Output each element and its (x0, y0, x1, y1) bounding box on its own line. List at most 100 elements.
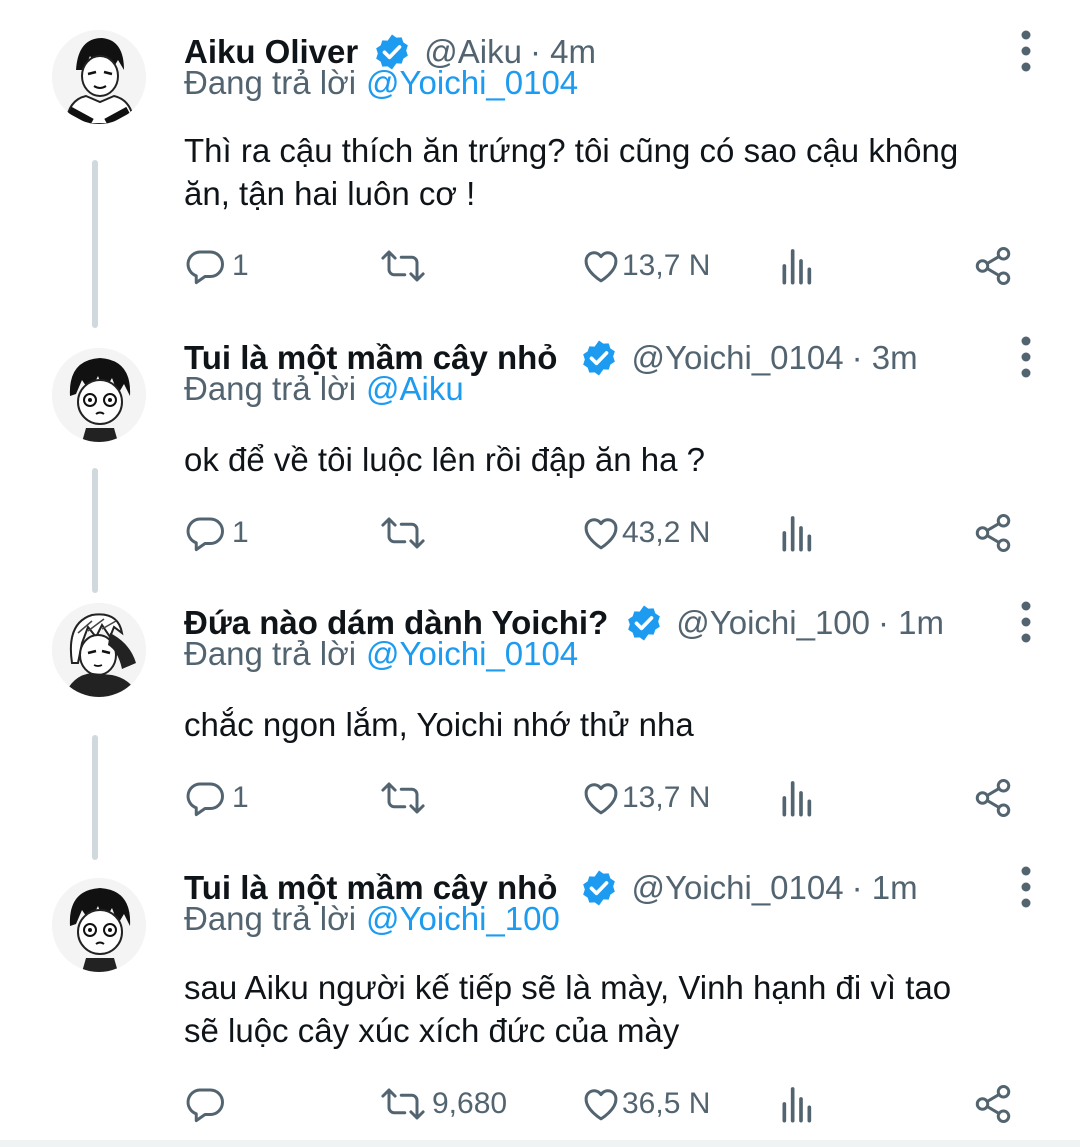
timestamp[interactable]: · 1m (878, 604, 944, 642)
views-icon (782, 516, 812, 552)
like-count: 36,5 N (622, 1087, 711, 1120)
views-icon (782, 249, 812, 285)
replying-to: Đang trả lời @Yoichi_100 (184, 900, 560, 938)
reply-mention-link[interactable]: @Yoichi_0104 (366, 64, 578, 101)
retweet-button[interactable] (380, 508, 432, 558)
user-handle[interactable]: @Yoichi_0104 (631, 869, 843, 907)
timestamp[interactable]: · 3m (852, 339, 918, 377)
tweet-text-line: ok để về tôi luộc lên rồi đập ăn ha ? (184, 441, 706, 478)
more-icon[interactable] (1020, 866, 1032, 908)
retweet-icon (381, 1088, 425, 1120)
replying-to: Đang trả lời @Aiku (184, 370, 464, 408)
bottom-divider (0, 1140, 1080, 1147)
reply-count: 1 (232, 781, 249, 814)
replying-prefix: Đang trả lời (184, 900, 357, 937)
avatar-image (52, 878, 146, 972)
tweet-text: ok để về tôi luộc lên rồi đập ăn ha ? (184, 438, 705, 481)
replying-prefix: Đang trả lời (184, 370, 357, 407)
like-icon (584, 518, 618, 550)
reply-icon (186, 250, 224, 285)
reply-mention-link[interactable]: @Yoichi_0104 (366, 635, 578, 672)
like-icon (584, 1089, 618, 1121)
user-handle[interactable]: @Yoichi_0104 (631, 339, 843, 377)
like-icon (584, 251, 618, 283)
reply-icon (186, 517, 224, 552)
views-icon (782, 781, 812, 817)
like-icon (584, 783, 618, 815)
tweet-text-line: sau Aiku người kế tiếp sẽ là mày, Vinh h… (184, 969, 952, 1006)
share-button[interactable] (972, 241, 1014, 291)
replying-to: Đang trả lời @Yoichi_0104 (184, 635, 578, 673)
reply-count: 1 (232, 516, 249, 549)
action-bar: 1 13,7 N (184, 241, 1024, 291)
avatar[interactable] (52, 603, 146, 697)
reply-button[interactable] (184, 1079, 232, 1129)
replying-to: Đang trả lời @Yoichi_0104 (184, 64, 578, 102)
like-button[interactable]: 43,2 N (580, 508, 710, 558)
reply-button[interactable]: 1 (184, 241, 249, 291)
reply-button[interactable]: 1 (184, 773, 249, 823)
verified-badge-icon (583, 340, 616, 376)
action-bar: 1 43,2 N (184, 508, 1024, 558)
like-count: 13,7 N (622, 781, 711, 814)
verified-badge-icon (628, 605, 661, 641)
action-bar: 1 13,7 N (184, 773, 1024, 823)
share-icon (975, 779, 1011, 817)
replying-prefix: Đang trả lời (184, 635, 357, 672)
verified-badge-icon (583, 870, 616, 906)
tweet[interactable]: Tui là một mầm cây nhỏ @Yoichi_0104 · 3m… (0, 330, 1080, 580)
tweet[interactable]: Aiku Oliver @Aiku · 4m Đang trả lời @Yoic… (0, 24, 1080, 314)
views-button[interactable] (778, 773, 814, 823)
reply-icon (186, 1088, 224, 1123)
retweet-icon (381, 250, 425, 282)
views-button[interactable] (778, 1079, 814, 1129)
tweet-text-line: chắc ngon lắm, Yoichi nhớ thử nha (184, 706, 694, 743)
tweet-text-line: Thì ra cậu thích ăn trứng? tôi cũng có s… (184, 132, 959, 169)
views-icon (782, 1087, 812, 1123)
avatar-image (52, 30, 146, 124)
tweet-text: Thì ra cậu thích ăn trứng? tôi cũng có s… (184, 129, 958, 215)
views-button[interactable] (778, 241, 814, 291)
views-button[interactable] (778, 508, 814, 558)
more-icon[interactable] (1020, 336, 1032, 378)
more-icon[interactable] (1020, 601, 1032, 643)
tweet-text: chắc ngon lắm, Yoichi nhớ thử nha (184, 703, 694, 746)
replying-prefix: Đang trả lời (184, 64, 357, 101)
like-count: 43,2 N (622, 516, 711, 549)
reply-button[interactable]: 1 (184, 508, 249, 558)
tweet-text-line: sẽ luộc cây xúc xích đức của mày (184, 1012, 680, 1049)
share-icon (975, 514, 1011, 552)
reply-mention-link[interactable]: @Aiku (366, 370, 464, 407)
avatar[interactable] (52, 30, 146, 124)
tweet[interactable]: Tui là một mầm cây nhỏ @Yoichi_0104 · 1m… (0, 860, 1080, 1140)
share-button[interactable] (972, 1079, 1014, 1129)
tweet-text-line: ăn, tận hai luôn cơ ! (184, 175, 476, 212)
share-button[interactable] (972, 508, 1014, 558)
reply-icon (186, 782, 224, 817)
retweet-button[interactable]: 9,680 (380, 1079, 507, 1129)
avatar[interactable] (52, 878, 146, 972)
timestamp[interactable]: · 1m (852, 869, 918, 907)
retweet-button[interactable] (380, 773, 432, 823)
retweet-count: 9,680 (432, 1087, 508, 1120)
retweet-icon (381, 517, 425, 549)
avatar-image (52, 348, 146, 442)
share-icon (975, 1085, 1011, 1123)
action-bar: 9,680 36,5 N (184, 1079, 1024, 1129)
like-button[interactable]: 13,7 N (580, 773, 710, 823)
reply-mention-link[interactable]: @Yoichi_100 (366, 900, 560, 937)
share-icon (975, 247, 1011, 285)
like-count: 13,7 N (622, 249, 711, 282)
like-button[interactable]: 36,5 N (580, 1079, 710, 1129)
avatar-image (52, 603, 146, 697)
reply-count: 1 (232, 249, 249, 282)
avatar[interactable] (52, 348, 146, 442)
retweet-button[interactable] (380, 241, 432, 291)
retweet-icon (381, 782, 425, 814)
user-handle[interactable]: @Yoichi_100 (676, 604, 870, 642)
tweet-text: sau Aiku người kế tiếp sẽ là mày, Vinh h… (184, 966, 951, 1052)
share-button[interactable] (972, 773, 1014, 823)
more-icon[interactable] (1020, 30, 1032, 72)
tweet[interactable]: Đứa nào dám dành Yoichi? @Yoichi_100 · 1… (0, 595, 1080, 845)
like-button[interactable]: 13,7 N (580, 241, 710, 291)
